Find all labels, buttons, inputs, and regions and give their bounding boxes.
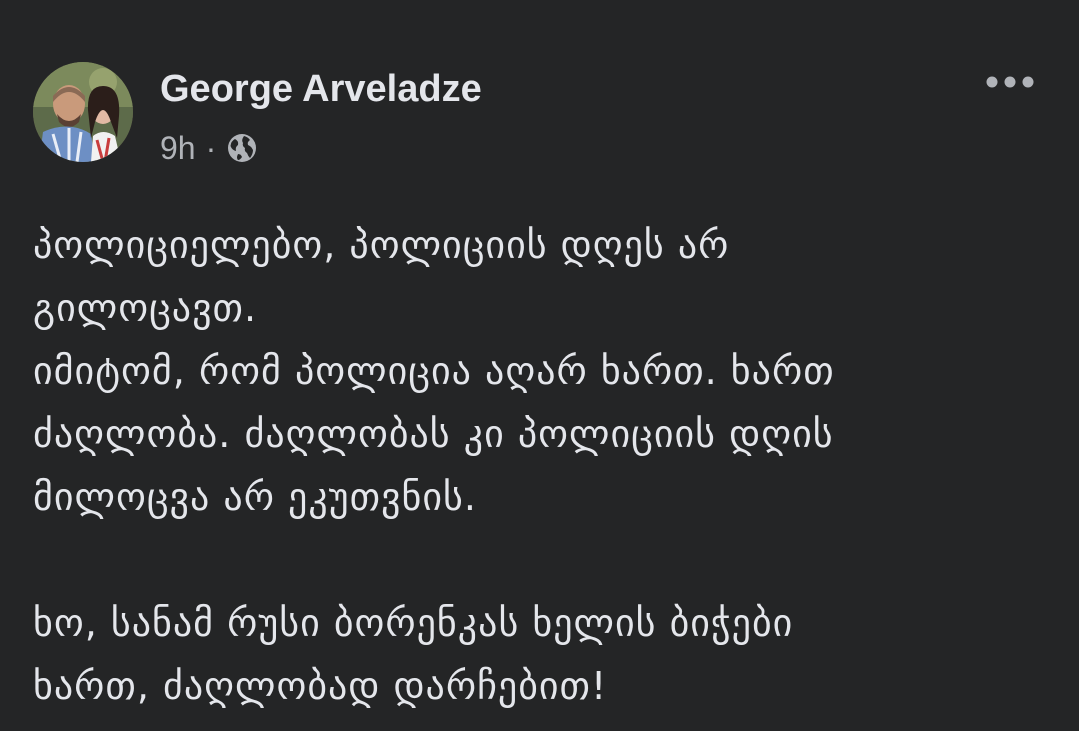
post-text-line: გილოცავთ. xyxy=(33,286,258,330)
post-timestamp[interactable]: 9h xyxy=(160,130,196,167)
post-text-line: ხო, სანამ რუსი ბორენკას ხელის ბიჭები xyxy=(33,601,794,645)
post-text: პოლიციელებო, პოლიციის დღეს არ გილოცავთ. … xyxy=(33,214,1053,718)
author-avatar[interactable] xyxy=(33,62,133,162)
post-text-line: ძაღლობა. ძაღლობას კი პოლიციის დღის xyxy=(33,412,834,456)
post-card: George Arveladze 9h · პოლიციელებო, პოლიც… xyxy=(0,0,1079,731)
globe-icon[interactable] xyxy=(226,132,258,164)
avatar-photo xyxy=(33,62,133,162)
post-text-line: ხართ, ძაღლობად დარჩებით! xyxy=(33,664,608,708)
meta-separator: · xyxy=(205,129,217,166)
post-text-line: მილოცვა არ ეკუთვნის. xyxy=(33,475,477,519)
post-text-line: პოლიციელებო, პოლიციის დღეს არ xyxy=(33,223,730,267)
post-meta: 9h · xyxy=(160,126,258,170)
author-name[interactable]: George Arveladze xyxy=(160,66,482,112)
post-text-line: იმიტომ, რომ პოლიცია აღარ ხართ. ხართ xyxy=(33,349,835,393)
more-horizontal-icon xyxy=(986,76,1034,88)
more-options-button[interactable] xyxy=(984,62,1036,102)
